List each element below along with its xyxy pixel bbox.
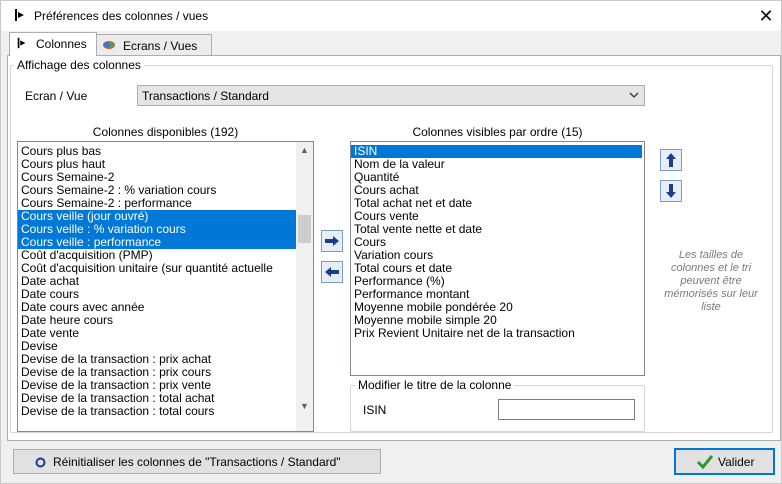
visible-columns-list[interactable]: ISIN Nom de la valeur Quantité Cours achat T…: [350, 141, 645, 376]
rename-field-label: ISIN: [363, 403, 387, 417]
rename-column-legend: Modifier le titre de la colonne: [355, 378, 515, 392]
move-up-button[interactable]: [660, 149, 682, 171]
checkmark-icon: [696, 455, 714, 470]
column-pin-icon: [17, 37, 26, 49]
available-columns-list[interactable]: Cours plus bas Cours plus haut Cours Semai…: [17, 141, 314, 432]
add-column-button[interactable]: [321, 230, 343, 252]
reset-circle-icon: [35, 457, 46, 468]
window-title: Préférences des colonnes / vues: [34, 9, 209, 23]
arrow-right-icon: [325, 236, 339, 246]
chevron-down-icon: [629, 92, 639, 98]
validate-button[interactable]: Valider: [674, 448, 775, 475]
remove-column-button[interactable]: [321, 261, 343, 283]
scroll-up-arrow-icon[interactable]: ▲: [296, 142, 313, 159]
scroll-thumb[interactable]: [298, 215, 311, 243]
reset-columns-button[interactable]: Réinitialiser les colonnes de "Transacti…: [13, 449, 381, 474]
screen-select[interactable]: Transactions / Standard: [137, 85, 645, 106]
screen-select-value: Transactions / Standard: [142, 89, 269, 103]
column-title-input[interactable]: [498, 399, 635, 420]
arrow-up-icon: [666, 153, 676, 167]
available-scrollbar[interactable]: ▲ ▼: [296, 142, 313, 431]
scroll-down-arrow-icon[interactable]: ▼: [296, 398, 313, 415]
reset-columns-label: Réinitialiser les colonnes de "Transacti…: [53, 455, 341, 469]
display-columns-legend: Affichage des colonnes: [14, 58, 144, 72]
move-down-button[interactable]: [660, 180, 682, 202]
list-item[interactable]: Prix Revient Unitaire net de la transact…: [354, 327, 575, 340]
memorize-hint: Les tailles de colonnes et le tri peuven…: [664, 249, 758, 313]
screen-label: Ecran / Vue: [25, 89, 88, 103]
tab-colonnes-label: Colonnes: [36, 37, 87, 51]
close-button[interactable]: ✕: [754, 6, 778, 26]
screens-icon: [103, 41, 115, 49]
preferences-dialog: Préférences des colonnes / vues ✕ Colonn…: [0, 0, 782, 484]
tab-ecrans-vues-label: Ecrans / Vues: [123, 39, 198, 53]
title-bar: Préférences des colonnes / vues ✕: [1, 1, 781, 31]
tab-colonnes[interactable]: Colonnes: [9, 32, 97, 56]
list-item[interactable]: Devise de la transaction : total cours: [21, 405, 214, 418]
tab-ecrans-vues[interactable]: Ecrans / Vues: [96, 34, 212, 56]
arrow-left-icon: [325, 267, 339, 277]
visible-columns-header: Colonnes visibles par ordre (15): [412, 125, 583, 139]
tab-strip: Colonnes Ecrans / Vues: [7, 32, 781, 56]
validate-label: Valider: [718, 455, 755, 469]
column-pin-icon: [15, 9, 24, 21]
arrow-down-icon: [666, 184, 676, 198]
available-columns-header: Colonnes disponibles (192): [92, 125, 239, 139]
